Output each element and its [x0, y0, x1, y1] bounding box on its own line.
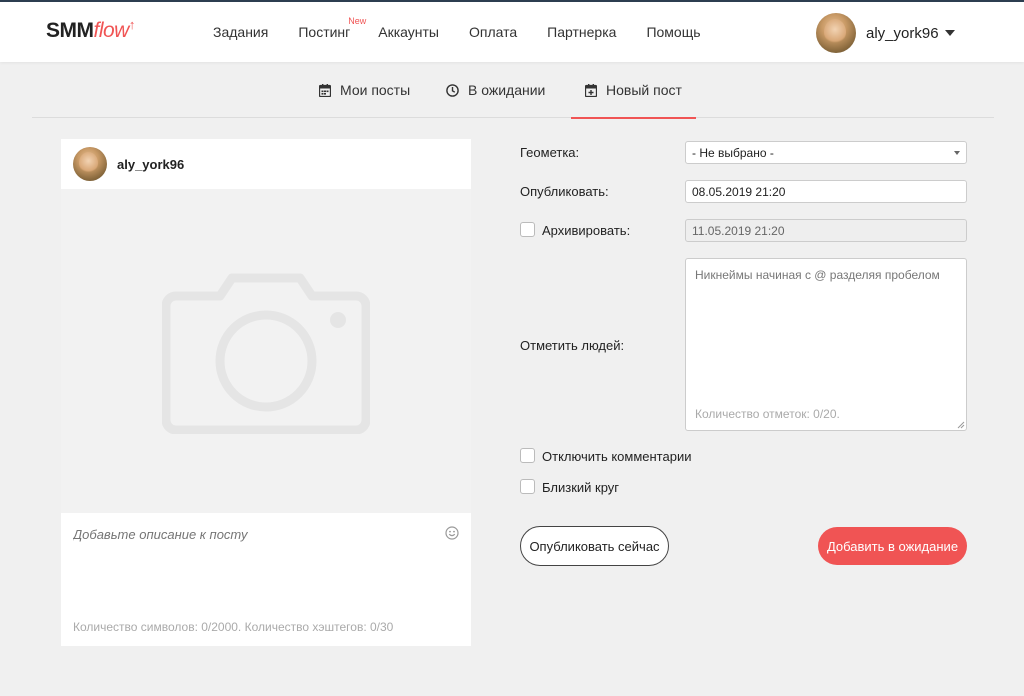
top-header: SMMflow↑ Задания Постинг New Аккаунты Оп… — [0, 0, 1024, 62]
calendar-icon — [319, 83, 331, 97]
emoji-icon[interactable] — [445, 526, 459, 540]
calendar-plus-icon — [585, 83, 597, 97]
tab-pending-label: В ожидании — [468, 82, 546, 98]
tab-my-posts-label: Мои посты — [340, 82, 411, 98]
nav-item-partners[interactable]: Партнерка — [547, 24, 616, 40]
logo-text: SMM — [46, 19, 94, 42]
tab-new-post-label: Новый пост — [606, 82, 682, 98]
publish-datetime-value: 08.05.2019 21:20 — [692, 184, 786, 199]
geo-select[interactable]: - Не выбрано - — [685, 141, 967, 164]
photo-upload-area[interactable] — [61, 189, 471, 513]
archive-checkbox[interactable] — [520, 222, 535, 237]
archive-datetime-value: 11.05.2019 21:20 — [692, 223, 785, 238]
tab-new-post[interactable]: Новый пост — [571, 62, 696, 119]
geo-select-value: - Не выбрано - — [692, 145, 774, 160]
avatar — [816, 13, 856, 53]
user-menu[interactable]: aly_york96 — [816, 13, 955, 53]
camera-icon — [162, 273, 370, 434]
tab-my-posts[interactable]: Мои посты — [319, 62, 410, 118]
publish-datetime-input[interactable]: 08.05.2019 21:20 — [685, 180, 967, 203]
post-user-name: aly_york96 — [117, 156, 185, 172]
post-description-area: Количество символов: 0/2000. Количество … — [61, 513, 471, 646]
nav-item-help[interactable]: Помощь — [646, 24, 700, 40]
close-friends-checkbox[interactable] — [520, 479, 535, 494]
disable-comments-checkbox[interactable] — [520, 448, 535, 463]
new-badge: New — [348, 16, 367, 26]
chevron-down-icon — [954, 151, 960, 155]
logo-arrow-icon: ↑ — [128, 17, 136, 32]
resize-grip-icon[interactable] — [957, 421, 965, 429]
close-friends-label: Близкий круг — [542, 480, 620, 495]
publish-label: Опубликовать: — [520, 184, 609, 199]
post-preview-card: aly_york96 Количество символов: 0/2000. … — [61, 139, 471, 646]
description-counter: Количество символов: 0/2000. Количество … — [73, 620, 394, 634]
main-nav: Задания Постинг New Аккаунты Оплата Парт… — [213, 16, 731, 40]
tag-people-placeholder: Никнеймы начиная с @ разделяя пробелом — [695, 268, 940, 282]
geo-label: Геометка: — [520, 145, 580, 160]
avatar — [73, 147, 107, 181]
nav-item-posting-label: Постинг — [298, 24, 351, 40]
clock-icon — [446, 83, 459, 97]
archive-label: Архивировать: — [542, 223, 631, 238]
post-description-input[interactable] — [73, 527, 433, 542]
add-to-pending-button[interactable]: Добавить в ожидание — [818, 527, 967, 565]
user-name: aly_york96 — [866, 24, 939, 42]
tag-people-textarea[interactable]: Никнеймы начиная с @ разделяя пробелом К… — [685, 258, 967, 431]
nav-item-posting[interactable]: Постинг New — [298, 16, 366, 40]
nav-item-payment[interactable]: Оплата — [469, 24, 517, 40]
disable-comments-label: Отключить комментарии — [542, 449, 692, 464]
nav-item-tasks[interactable]: Задания — [213, 24, 268, 40]
logo[interactable]: SMMflow↑ — [46, 17, 136, 43]
publish-now-button[interactable]: Опубликовать сейчас — [520, 526, 669, 566]
tag-people-counter: Количество отметок: 0/20. — [695, 407, 840, 421]
chevron-down-icon — [944, 30, 955, 36]
post-tabs: Мои посты В ожидании Новый пост — [32, 62, 994, 119]
tag-people-label: Отметить людей: — [520, 338, 625, 353]
logo-accent-text: flow — [93, 19, 130, 42]
archive-datetime-input: 11.05.2019 21:20 — [685, 219, 967, 242]
tab-pending[interactable]: В ожидании — [446, 62, 545, 118]
post-preview-header: aly_york96 — [61, 139, 471, 189]
nav-item-accounts[interactable]: Аккаунты — [378, 24, 439, 40]
